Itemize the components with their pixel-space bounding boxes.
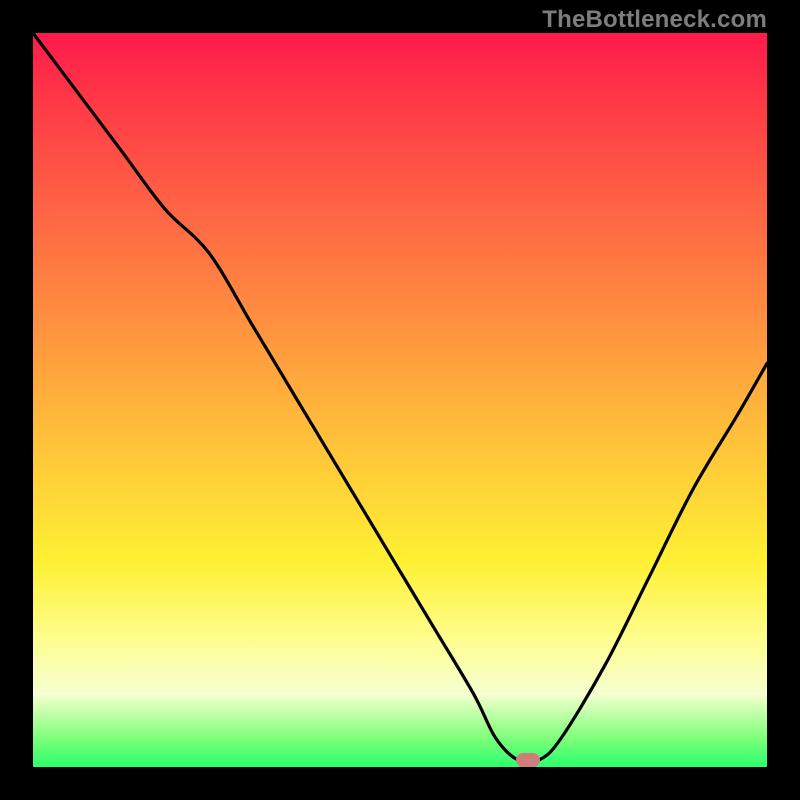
bottleneck-curve	[33, 33, 767, 767]
plot-area	[33, 33, 767, 767]
watermark-text: TheBottleneck.com	[542, 6, 767, 34]
outer-frame: TheBottleneck.com	[0, 0, 800, 800]
optimum-marker	[516, 753, 540, 767]
curve-path	[33, 33, 767, 762]
